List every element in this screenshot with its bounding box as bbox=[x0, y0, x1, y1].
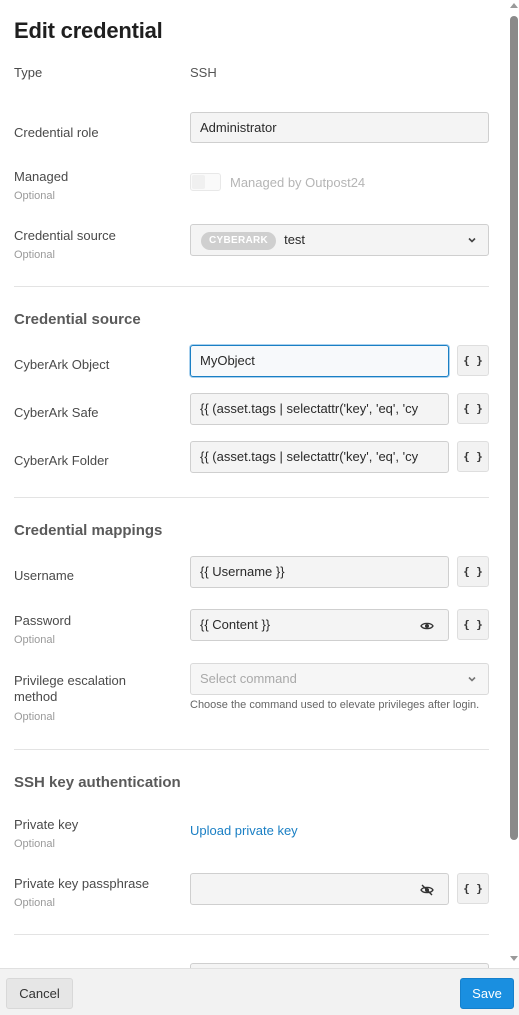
password-input[interactable]: {{ Content }} bbox=[190, 609, 449, 641]
type-value: SSH bbox=[190, 65, 217, 80]
credential-role-label: Credential role bbox=[14, 125, 99, 140]
cyberark-safe-label: CyberArk Safe bbox=[14, 405, 99, 420]
username-input[interactable]: {{ Username }} bbox=[190, 556, 449, 588]
chevron-down-icon bbox=[468, 237, 476, 243]
cyberark-folder-input[interactable]: {{ (asset.tags | selectattr('key', 'eq',… bbox=[190, 441, 449, 473]
save-button[interactable]: Save bbox=[460, 978, 514, 1009]
private-key-label: Private key bbox=[14, 817, 79, 832]
cyberark-object-template-button[interactable]: { } bbox=[457, 345, 489, 376]
cyberark-object-label: CyberArk Object bbox=[14, 357, 110, 372]
chevron-down-icon bbox=[468, 676, 476, 682]
type-label: Type bbox=[14, 65, 43, 80]
username-template-button[interactable]: { } bbox=[457, 556, 489, 587]
passphrase-optional: Optional bbox=[14, 897, 55, 909]
managed-toggle[interactable] bbox=[190, 173, 221, 191]
passphrase-label: Private key passphrase bbox=[14, 876, 150, 891]
scroll-down-arrow-icon[interactable] bbox=[510, 956, 518, 961]
managed-toggle-label: Managed by Outpost24 bbox=[230, 175, 366, 190]
escalation-select[interactable]: Select command bbox=[190, 663, 489, 695]
dialog-scroll-area: Edit credential Type SSH Credential role… bbox=[0, 0, 519, 968]
eye-off-icon[interactable] bbox=[420, 883, 434, 897]
eye-icon[interactable] bbox=[420, 619, 434, 633]
cyberark-object-input[interactable]: MyObject bbox=[190, 345, 449, 377]
dialog-title: Edit credential bbox=[14, 18, 163, 43]
credential-source-section-title: Credential source bbox=[14, 311, 141, 328]
scrollbar-thumb[interactable] bbox=[510, 16, 518, 840]
ssh-section-title: SSH key authentication bbox=[14, 774, 181, 791]
passphrase-input[interactable] bbox=[190, 873, 449, 905]
managed-optional: Optional bbox=[14, 190, 55, 202]
passphrase-template-button[interactable]: { } bbox=[457, 873, 489, 904]
escalation-placeholder: Select command bbox=[200, 671, 297, 686]
password-template-button[interactable]: { } bbox=[457, 609, 489, 640]
escalation-optional: Optional bbox=[14, 711, 55, 723]
divider bbox=[14, 749, 489, 750]
password-label: Password bbox=[14, 613, 72, 628]
toggle-knob bbox=[192, 175, 205, 189]
cyberark-folder-label: CyberArk Folder bbox=[14, 453, 109, 468]
upload-private-key-link[interactable]: Upload private key bbox=[190, 823, 298, 838]
credential-source-label: Credential source bbox=[14, 228, 116, 243]
cyberark-folder-template-button[interactable]: { } bbox=[457, 441, 489, 472]
password-optional: Optional bbox=[14, 634, 55, 646]
cancel-button[interactable]: Cancel bbox=[6, 978, 73, 1009]
divider bbox=[14, 286, 489, 287]
escalation-label: Privilege escalation method bbox=[14, 673, 127, 704]
credential-source-select[interactable]: CYBERARK test bbox=[190, 224, 489, 256]
escalation-helper: Choose the command used to elevate privi… bbox=[190, 699, 480, 711]
credential-source-value: test bbox=[284, 232, 306, 247]
password-value: {{ Content }} bbox=[200, 617, 271, 632]
scroll-up-arrow-icon[interactable] bbox=[510, 3, 518, 8]
cyberark-safe-template-button[interactable]: { } bbox=[457, 393, 489, 424]
managed-label: Managed bbox=[14, 169, 69, 184]
private-key-optional: Optional bbox=[14, 838, 55, 850]
username-label: Username bbox=[14, 568, 74, 583]
credential-mappings-section-title: Credential mappings bbox=[14, 522, 163, 539]
credential-source-optional: Optional bbox=[14, 249, 55, 261]
divider bbox=[14, 934, 489, 935]
dialog-footer: Cancel Save bbox=[0, 968, 519, 1015]
cyberark-badge: CYBERARK bbox=[201, 231, 277, 250]
divider bbox=[14, 497, 489, 498]
cyberark-safe-input[interactable]: {{ (asset.tags | selectattr('key', 'eq',… bbox=[190, 393, 449, 425]
credential-role-input[interactable]: Administrator bbox=[190, 112, 489, 143]
